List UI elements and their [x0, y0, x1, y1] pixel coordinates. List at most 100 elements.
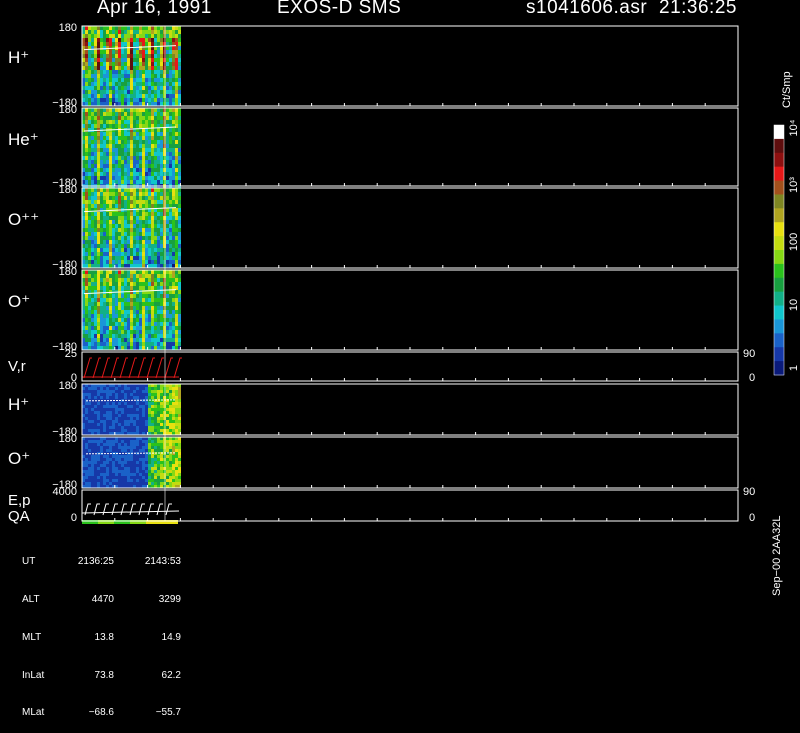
- heatmap-cell: [109, 220, 112, 224]
- y-right-bottom-5: 0: [749, 372, 755, 384]
- heatmap-cell: [130, 98, 133, 102]
- heatmap-cell: [112, 334, 115, 338]
- heatmap-cell: [127, 30, 130, 34]
- heatmap-cell: [172, 200, 175, 204]
- heatmap-cell: [115, 26, 118, 30]
- heatmap-cell: [151, 302, 154, 306]
- heatmap-cell: [115, 274, 118, 278]
- heatmap-cell: [142, 342, 145, 346]
- heatmap-cell: [157, 252, 160, 256]
- heatmap-cell: [112, 132, 115, 136]
- heatmap-cell: [166, 54, 169, 58]
- heatmap-cell: [166, 314, 169, 318]
- heatmap-cell: [124, 470, 127, 473]
- heatmap-cell: [142, 26, 145, 30]
- heatmap-cell: [142, 156, 145, 160]
- heatmap-cell: [169, 294, 172, 298]
- heatmap-cell: [172, 322, 175, 326]
- heatmap-cell: [121, 467, 124, 470]
- heatmap-cell: [172, 30, 175, 34]
- heatmap-cell: [127, 66, 130, 70]
- heatmap-cell: [97, 42, 100, 46]
- heatmap-cell: [91, 192, 94, 196]
- heatmap-cell: [127, 152, 130, 156]
- heatmap-cell: [145, 322, 148, 326]
- heatmap-cell: [172, 98, 175, 102]
- heatmap-cell: [166, 42, 169, 46]
- heatmap-cell: [100, 464, 103, 467]
- heatmap-cell: [178, 423, 181, 426]
- heatmap-cell: [130, 90, 133, 94]
- heatmap-cell: [88, 282, 91, 286]
- heatmap-cell: [115, 417, 118, 420]
- heatmap-cell: [178, 232, 181, 236]
- heatmap-cell: [118, 180, 121, 184]
- heatmap-cell: [88, 42, 91, 46]
- heatmap-cell: [124, 322, 127, 326]
- heatmap-cell: [169, 282, 172, 286]
- heatmap-cell: [103, 86, 106, 90]
- heatmap-cell: [142, 429, 145, 432]
- heatmap-cell: [169, 338, 172, 342]
- heatmap-cell: [85, 467, 88, 470]
- heatmap-cell: [178, 30, 181, 34]
- heatmap-cell: [91, 156, 94, 160]
- heatmap-cell: [85, 62, 88, 66]
- heatmap-cell: [154, 440, 157, 443]
- heatmap-cell: [178, 224, 181, 228]
- heatmap-cell: [106, 112, 109, 116]
- heatmap-cell: [115, 467, 118, 470]
- heatmap-cell: [130, 244, 133, 248]
- heatmap-cell: [97, 440, 100, 443]
- heatmap-cell: [166, 274, 169, 278]
- heatmap-cell: [88, 98, 91, 102]
- heatmap-cell: [154, 86, 157, 90]
- heatmap-cell: [124, 334, 127, 338]
- heatmap-cell: [127, 393, 130, 396]
- heatmap-cell: [112, 470, 115, 473]
- heatmap-cell: [139, 294, 142, 298]
- heatmap-cell: [106, 405, 109, 408]
- heatmap-cell: [175, 86, 178, 90]
- heatmap-cell: [127, 112, 130, 116]
- heatmap-cell: [109, 42, 112, 46]
- heatmap-cell: [124, 264, 127, 268]
- heatmap-cell: [169, 298, 172, 302]
- heatmap-cell: [166, 290, 169, 294]
- heatmap-cell: [94, 30, 97, 34]
- heatmap-cell: [100, 224, 103, 228]
- heatmap-cell: [169, 302, 172, 306]
- heatmap-cell: [169, 74, 172, 78]
- heatmap-cell: [145, 402, 148, 405]
- heatmap-cell: [127, 168, 130, 172]
- heatmap-cell: [112, 42, 115, 46]
- heatmap-cell: [124, 423, 127, 426]
- heatmap-cell: [136, 476, 139, 479]
- heatmap-cell: [106, 256, 109, 260]
- heatmap-cell: [166, 393, 169, 396]
- heatmap-cell: [115, 82, 118, 86]
- heatmap-cell: [115, 473, 118, 476]
- heatmap-cell: [85, 443, 88, 446]
- heatmap-cell: [109, 120, 112, 124]
- heatmap-cell: [97, 298, 100, 302]
- heatmap-cell: [151, 102, 154, 106]
- heatmap-cell: [100, 50, 103, 54]
- info-label-alt: ALT: [22, 593, 40, 605]
- heatmap-cell: [139, 252, 142, 256]
- heatmap-cell: [157, 310, 160, 314]
- heatmap-cell: [172, 188, 175, 192]
- heatmap-cell: [169, 248, 172, 252]
- heatmap-cell: [139, 310, 142, 314]
- heatmap-cell: [139, 473, 142, 476]
- heatmap-cell: [130, 42, 133, 46]
- heatmap-cell: [139, 479, 142, 482]
- heatmap-cell: [94, 282, 97, 286]
- heatmap-cell: [88, 200, 91, 204]
- heatmap-cell: [94, 264, 97, 268]
- heatmap-cell: [154, 148, 157, 152]
- heatmap-cell: [118, 212, 121, 216]
- heatmap-cell: [115, 408, 118, 411]
- heatmap-cell: [151, 236, 154, 240]
- heatmap-cell: [166, 429, 169, 432]
